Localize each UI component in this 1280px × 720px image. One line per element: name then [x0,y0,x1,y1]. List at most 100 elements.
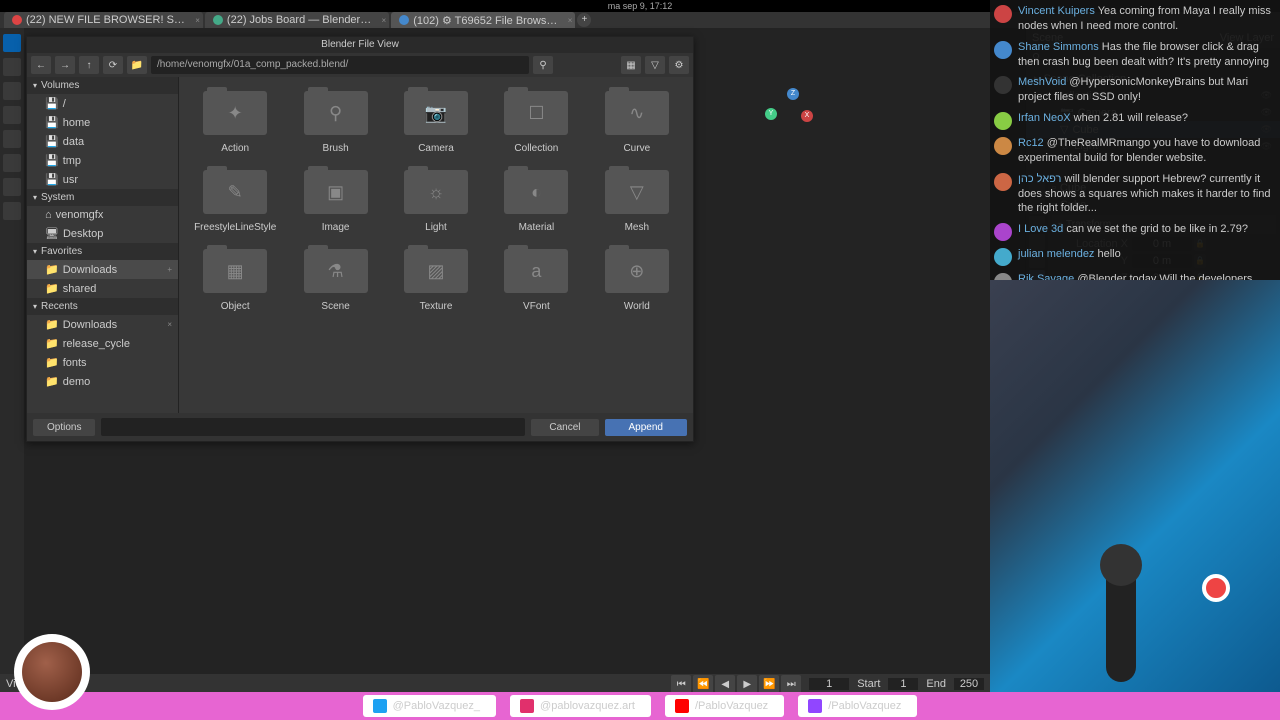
chat-username[interactable]: Vincent Kuipers [1018,5,1095,17]
folder-label: Collection [514,143,558,154]
play-icon[interactable]: ▶ [737,675,757,693]
filename-input[interactable] [101,418,525,436]
filter-button[interactable]: ▽ [645,56,665,74]
cancel-button[interactable]: Cancel [531,419,598,436]
back-button[interactable]: ← [31,56,51,74]
tool-cursor[interactable] [3,58,21,76]
social-twitter[interactable]: @PabloVazquez_ [363,695,496,717]
remove-icon[interactable]: × [167,320,172,329]
folder-light[interactable]: ☼Light [388,164,484,239]
avatar [994,173,1012,191]
tool-annotate[interactable] [3,178,21,196]
folder-camera[interactable]: 📷Camera [388,85,484,160]
tool-rotate[interactable] [3,106,21,124]
tool-move[interactable] [3,82,21,100]
social-instagram[interactable]: @pablovazquez.art [510,695,651,717]
chat-username[interactable]: julian melendez [1018,248,1094,260]
start-frame-input[interactable]: 1 [888,678,918,690]
axis-x-icon[interactable]: X [801,110,813,122]
end-frame-input[interactable]: 250 [954,678,984,690]
axis-z-icon[interactable]: Z [787,88,799,100]
close-icon[interactable]: × [195,16,200,25]
system-item[interactable]: ⌂venomgfx [27,206,178,224]
recent-item[interactable]: 📁release_cycle [27,334,178,353]
folder-label: Scene [321,301,349,312]
close-icon[interactable]: × [568,16,573,25]
current-frame-input[interactable]: 1 [809,678,849,690]
favorite-item[interactable]: 📁Downloads+ [27,260,178,279]
folder-material[interactable]: ◐Material [488,164,584,239]
folder-curve[interactable]: ∿Curve [589,85,685,160]
new-tab-button[interactable]: + [577,13,591,27]
section-system[interactable]: System [27,189,178,206]
chat-username[interactable]: I Love 3d [1018,223,1063,235]
add-icon[interactable]: + [167,265,172,274]
nav-gizmo[interactable]: Y Z X [765,88,815,138]
play-reverse-icon[interactable]: ◀ [715,675,735,693]
folder-vfont[interactable]: aVFont [488,243,584,318]
jump-end-icon[interactable]: ⏭ [781,675,801,693]
keyframe-next-icon[interactable]: ⏩ [759,675,779,693]
forward-button[interactable]: → [55,56,75,74]
chat-username[interactable]: רפאל כהן [1018,173,1061,185]
avatar [994,76,1012,94]
recent-item[interactable]: 📁fonts [27,353,178,372]
volume-item[interactable]: 💾tmp [27,151,178,170]
close-icon[interactable]: × [382,16,387,25]
system-item[interactable]: 🖥Desktop [27,224,178,243]
gear-icon[interactable]: ⚙ [669,56,689,74]
volume-item[interactable]: 💾home [27,113,178,132]
tool-select[interactable] [3,34,21,52]
tab-0[interactable]: (22) NEW FILE BROWSER! S…× [4,12,203,28]
folder-icon: ▦ [203,249,267,293]
file-grid[interactable]: ✦Action⚲Brush📷Camera☐Collection∿Curve ✎Fr… [179,77,693,413]
folder-action[interactable]: ✦Action [187,85,283,160]
folder-freestylelinestyle[interactable]: ✎FreestyleLineStyle [187,164,283,239]
recent-item[interactable]: 📁Downloads× [27,315,178,334]
chat-username[interactable]: MeshVoid [1018,76,1066,88]
chat-username[interactable]: Rik Savage [1018,273,1074,280]
social-youtube[interactable]: /PabloVazquez [665,695,784,717]
up-button[interactable]: ↑ [79,56,99,74]
chat-username[interactable]: Irfan NeoX [1018,112,1071,124]
volume-item[interactable]: 💾usr [27,170,178,189]
search-icon[interactable]: ⚲ [533,56,553,74]
folder-collection[interactable]: ☐Collection [488,85,584,160]
recent-item[interactable]: 📁demo [27,372,178,391]
folder-brush[interactable]: ⚲Brush [287,85,383,160]
favorite-item[interactable]: 📁shared [27,279,178,298]
chat-message: Rc12 @TheRealMRmango you have to downloa… [994,136,1276,166]
folder-object[interactable]: ▦Object [187,243,283,318]
volume-item[interactable]: 💾data [27,132,178,151]
folder-scene[interactable]: ⚗Scene [287,243,383,318]
chat-username[interactable]: Rc12 [1018,137,1044,149]
folder-image[interactable]: ▣Image [287,164,383,239]
folder-world[interactable]: ⊕World [589,243,685,318]
volume-item[interactable]: 💾/ [27,94,178,113]
append-button[interactable]: Append [605,419,687,436]
folder-icon: 📁 [45,337,59,350]
avatar [994,112,1012,130]
jump-start-icon[interactable]: ⏮ [671,675,691,693]
social-twitch[interactable]: /PabloVazquez [798,695,917,717]
folder-texture[interactable]: ▨Texture [388,243,484,318]
axis-y-icon[interactable]: Y [765,108,777,120]
section-favorites[interactable]: Favorites [27,243,178,260]
display-mode-button[interactable]: ▦ [621,56,641,74]
section-recents[interactable]: Recents [27,298,178,315]
options-button[interactable]: Options [33,419,95,436]
section-volumes[interactable]: Volumes [27,77,178,94]
path-input[interactable]: /home/venomgfx/01a_comp_packed.blend/ [151,56,529,74]
folder-mesh[interactable]: ▽Mesh [589,164,685,239]
keyframe-prev-icon[interactable]: ⏪ [693,675,713,693]
tab-2[interactable]: (102) ⚙ T69652 File Brows…× [391,12,575,29]
tool-measure[interactable] [3,202,21,220]
chat-username[interactable]: Shane Simmons [1018,41,1099,53]
chat-message: רפאל כהן will blender support Hebrew? cu… [994,172,1276,217]
tool-transform[interactable] [3,154,21,172]
tab-1[interactable]: (22) Jobs Board — Blender…× [205,12,389,28]
new-folder-button[interactable]: 📁 [127,56,147,74]
refresh-button[interactable]: ⟳ [103,56,123,74]
tool-scale[interactable] [3,130,21,148]
avatar [994,137,1012,155]
